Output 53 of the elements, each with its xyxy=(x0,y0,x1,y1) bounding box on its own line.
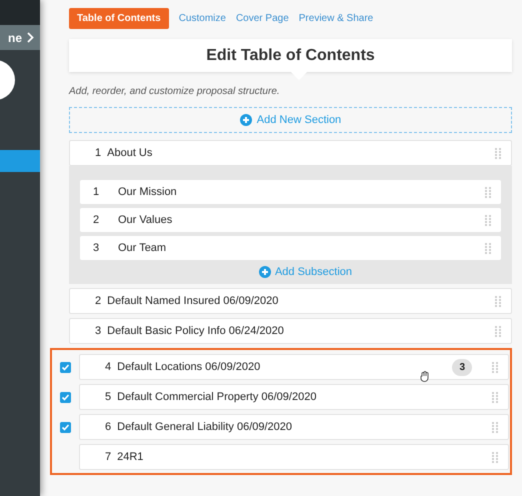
section-number: 3 xyxy=(95,325,102,337)
section-number: 5 xyxy=(105,391,112,403)
subsection-number: 2 xyxy=(93,214,100,226)
section-number: 2 xyxy=(95,295,102,307)
sidebar-header-label: ne xyxy=(8,30,22,44)
sidebar-top-bar xyxy=(0,0,40,25)
subsection-row[interactable]: 2 Our Values xyxy=(80,208,501,232)
count-badge: 3 xyxy=(452,358,472,376)
subsection-number: 3 xyxy=(93,242,100,254)
sidebar-item[interactable] xyxy=(0,150,40,172)
description-text: Add, reorder, and customize proposal structure. xyxy=(69,86,281,97)
plus-circle-icon xyxy=(258,266,271,278)
drag-handle-icon[interactable] xyxy=(495,296,501,306)
section-title: 24R1 xyxy=(117,451,144,463)
section-number: 7 xyxy=(105,451,112,463)
drag-handle-icon[interactable] xyxy=(495,326,501,336)
plus-circle-icon xyxy=(240,114,252,126)
section-row[interactable]: 6 Default General Liability 06/09/2020 xyxy=(79,414,509,440)
drag-handle-icon[interactable] xyxy=(485,186,491,198)
section-title: Default Named Insured 06/09/2020 xyxy=(107,295,280,307)
section-row[interactable]: 3 Default Basic Policy Info 06/24/2020 xyxy=(69,318,512,344)
drag-handle-icon[interactable] xyxy=(485,242,491,254)
drag-handle-icon[interactable] xyxy=(485,214,491,226)
section-number: 6 xyxy=(105,421,112,433)
drag-handle-icon[interactable] xyxy=(492,422,498,432)
section-row[interactable]: 5 Default Commercial Property 06/09/2020 xyxy=(79,384,509,410)
section-row[interactable]: 4 Default Locations 06/09/2020 3 xyxy=(79,354,509,380)
sidebar-header[interactable]: ne xyxy=(0,25,40,50)
section-title: Default Locations 06/09/2020 xyxy=(117,361,262,373)
subsection-number: 1 xyxy=(93,186,100,198)
drag-handle-icon[interactable] xyxy=(492,452,498,462)
page-title: Edit Table of Contents xyxy=(206,46,375,64)
section-row[interactable]: 2 Default Named Insured 06/09/2020 xyxy=(69,288,512,314)
subsection-title: Our Team xyxy=(118,242,168,254)
section-title: Default Basic Policy Info 06/24/2020 xyxy=(107,325,285,337)
section-number: 4 xyxy=(105,361,112,373)
section-title: Default Commercial Property 06/09/2020 xyxy=(117,391,318,403)
drag-handle-icon[interactable] xyxy=(492,392,498,402)
section-title: Default General Liability 06/09/2020 xyxy=(117,421,294,433)
chevron-right-icon xyxy=(27,32,34,43)
subsection-row[interactable]: 3 Our Team xyxy=(80,236,501,260)
drag-handle-icon[interactable] xyxy=(495,148,501,158)
subsection-title: Our Mission xyxy=(118,186,178,198)
section-title: About Us xyxy=(107,147,154,159)
drag-handle-icon[interactable] xyxy=(492,362,498,372)
section-row[interactable]: 7 24R1 xyxy=(79,444,509,470)
subsection-title: Our Values xyxy=(118,214,174,226)
section-number: 1 xyxy=(95,147,102,159)
subsection-row[interactable]: 1 Our Mission xyxy=(80,180,501,204)
checkbox[interactable] xyxy=(60,422,71,432)
checkbox[interactable] xyxy=(60,392,71,402)
section-row[interactable]: 1 About Us xyxy=(69,140,512,166)
checkbox[interactable] xyxy=(60,362,71,372)
